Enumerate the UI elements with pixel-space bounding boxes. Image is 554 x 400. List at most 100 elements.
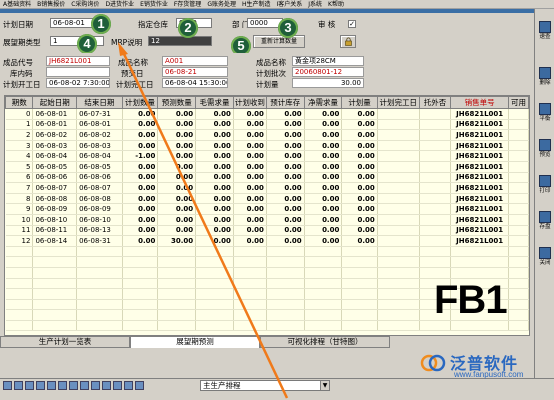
menu-item-9[interactable]: J系统 — [305, 0, 325, 8]
table-cell[interactable]: 0.00 — [122, 182, 159, 194]
table-cell[interactable]: 0.00 — [266, 214, 305, 226]
column-header[interactable]: 计划量 — [341, 96, 378, 109]
table-cell[interactable]: 06-08-08 — [32, 193, 78, 205]
table-cell[interactable]: 0.00 — [304, 150, 343, 162]
table-cell[interactable]: 0.00 — [157, 129, 197, 141]
table-cell[interactable]: 0.00 — [266, 235, 305, 247]
table-cell[interactable]: JH6821L001 — [450, 150, 510, 162]
table-row[interactable]: 5 06-08-05 06-08-05 0.00 0.00 0.00 0.00 0.00 0.0… — [5, 161, 529, 173]
table-cell[interactable]: 0.00 — [122, 214, 159, 226]
table-cell[interactable]: 0.00 — [195, 140, 234, 152]
table-cell[interactable]: 0.00 — [341, 182, 378, 194]
print-button[interactable]: 打印 — [536, 173, 554, 199]
table-cell[interactable]: 0.00 — [266, 108, 305, 120]
table-cell[interactable]: 06-08-01 — [76, 119, 123, 131]
column-header[interactable]: 可用 — [508, 96, 529, 109]
table-cell[interactable]: 0.00 — [341, 225, 378, 237]
table-cell[interactable]: 0.00 — [233, 119, 267, 131]
table-cell[interactable] — [508, 140, 529, 152]
table-cell[interactable]: 06-08-05 — [76, 161, 123, 173]
tab-production-plan[interactable]: 生产计划一览表 — [0, 336, 130, 348]
table-cell[interactable]: 06-08-31 — [76, 235, 123, 247]
table-cell[interactable]: 0.00 — [195, 203, 234, 215]
table-cell[interactable]: 1 — [5, 119, 34, 131]
table-cell[interactable]: 06-08-04 — [76, 150, 123, 162]
tab-forecast[interactable]: 展望期预测 — [130, 336, 260, 348]
table-cell[interactable]: JH6821L001 — [450, 235, 510, 247]
table-cell[interactable] — [377, 182, 420, 194]
table-cell[interactable]: 0.00 — [266, 225, 305, 237]
table-cell[interactable]: JH6821L001 — [450, 225, 510, 237]
menu-item-7[interactable]: H生产制造 — [239, 0, 274, 8]
mrp-field[interactable]: 12 — [148, 36, 212, 46]
table-cell[interactable]: 0.00 — [122, 119, 159, 131]
table-cell[interactable]: 06-08-05 — [32, 161, 78, 173]
table-cell[interactable]: 0.00 — [157, 140, 197, 152]
print-icon[interactable] — [124, 381, 133, 390]
table-cell[interactable] — [508, 129, 529, 141]
table-cell[interactable] — [508, 225, 529, 237]
table-cell[interactable] — [419, 193, 452, 205]
table-cell[interactable]: 0.00 — [304, 203, 343, 215]
table-row[interactable]: 0 06-08-01 06-07-31 0.00 0.00 0.00 0.00 0.00 0.0… — [5, 108, 529, 120]
table-cell[interactable]: 0.00 — [157, 150, 197, 162]
table-cell[interactable]: 0.00 — [122, 193, 159, 205]
table-cell[interactable]: 06-08-04 — [32, 150, 78, 162]
table-cell[interactable]: 7 — [5, 182, 34, 194]
column-header[interactable]: 计划收到 — [232, 96, 267, 109]
table-cell[interactable] — [508, 203, 529, 215]
table-cell[interactable]: 06-08-13 — [76, 225, 123, 237]
table-row[interactable]: 9 06-08-09 06-08-09 0.00 0.00 0.00 0.00 0.00 0.0… — [5, 203, 529, 215]
table-cell[interactable]: 0.00 — [122, 203, 159, 215]
table-row[interactable]: 12 06-08-14 06-08-31 0.00 30.00 0.00 0.00 0.00 0… — [5, 235, 529, 247]
table-cell[interactable] — [377, 172, 420, 184]
menu-item-0[interactable]: A基础资料 — [0, 0, 34, 8]
table-cell[interactable]: 0.00 — [157, 119, 197, 131]
table-cell[interactable]: 0.00 — [304, 193, 343, 205]
table-cell[interactable]: 0.00 — [122, 161, 159, 173]
table-cell[interactable]: 06-08-08 — [76, 193, 123, 205]
table-cell[interactable]: 0.00 — [157, 161, 197, 173]
table-cell[interactable]: 0.00 — [304, 119, 343, 131]
table-cell[interactable]: 06-08-03 — [76, 140, 123, 152]
table-cell[interactable]: 0.00 — [233, 108, 267, 120]
table-cell[interactable]: 4 — [5, 150, 34, 162]
table-cell[interactable]: 0.00 — [266, 119, 305, 131]
table-cell[interactable]: 0.00 — [157, 182, 197, 194]
table-cell[interactable]: 0.00 — [122, 140, 159, 152]
column-header[interactable]: 销售单号 — [450, 96, 510, 109]
table-cell[interactable] — [377, 203, 420, 215]
table-cell[interactable]: 0.00 — [266, 193, 305, 205]
column-header[interactable]: 结束日期 — [76, 96, 123, 109]
settings-icon[interactable] — [91, 381, 100, 390]
table-cell[interactable]: 06-08-01 — [32, 119, 78, 131]
table-cell[interactable] — [377, 129, 420, 141]
table-cell[interactable]: 06-08-14 — [32, 235, 78, 247]
table-cell[interactable]: 0.00 — [122, 225, 159, 237]
table-cell[interactable] — [377, 235, 420, 247]
mail-icon[interactable] — [102, 381, 111, 390]
table-cell[interactable] — [508, 182, 529, 194]
table-cell[interactable]: 06-08-11 — [32, 225, 78, 237]
table-cell[interactable]: 0.00 — [341, 150, 378, 162]
table-cell[interactable] — [508, 119, 529, 131]
table-cell[interactable]: 06-08-06 — [32, 172, 78, 184]
preview-button[interactable]: 预览 — [536, 137, 554, 163]
close-button[interactable]: 关闭 — [536, 245, 554, 271]
help-icon[interactable] — [113, 381, 122, 390]
column-header[interactable]: 净需求量 — [303, 96, 343, 109]
table-cell[interactable]: 0.00 — [157, 225, 197, 237]
table-cell[interactable]: 0.00 — [341, 119, 378, 131]
table-cell[interactable]: 10 — [5, 214, 34, 226]
column-header[interactable]: 起始日期 — [32, 96, 78, 109]
table-cell[interactable]: 0.00 — [341, 140, 378, 152]
table-cell[interactable]: 0.00 — [233, 182, 267, 194]
search-button[interactable]: 速查 — [536, 19, 554, 45]
table-cell[interactable]: 0.00 — [195, 235, 234, 247]
table-cell[interactable]: JH6821L001 — [450, 119, 510, 131]
table-cell[interactable] — [377, 119, 420, 131]
table-cell[interactable]: 0.00 — [233, 193, 267, 205]
table-cell[interactable]: 0.00 — [266, 203, 305, 215]
table-cell[interactable]: JH6821L001 — [450, 129, 510, 141]
table-cell[interactable] — [419, 161, 452, 173]
